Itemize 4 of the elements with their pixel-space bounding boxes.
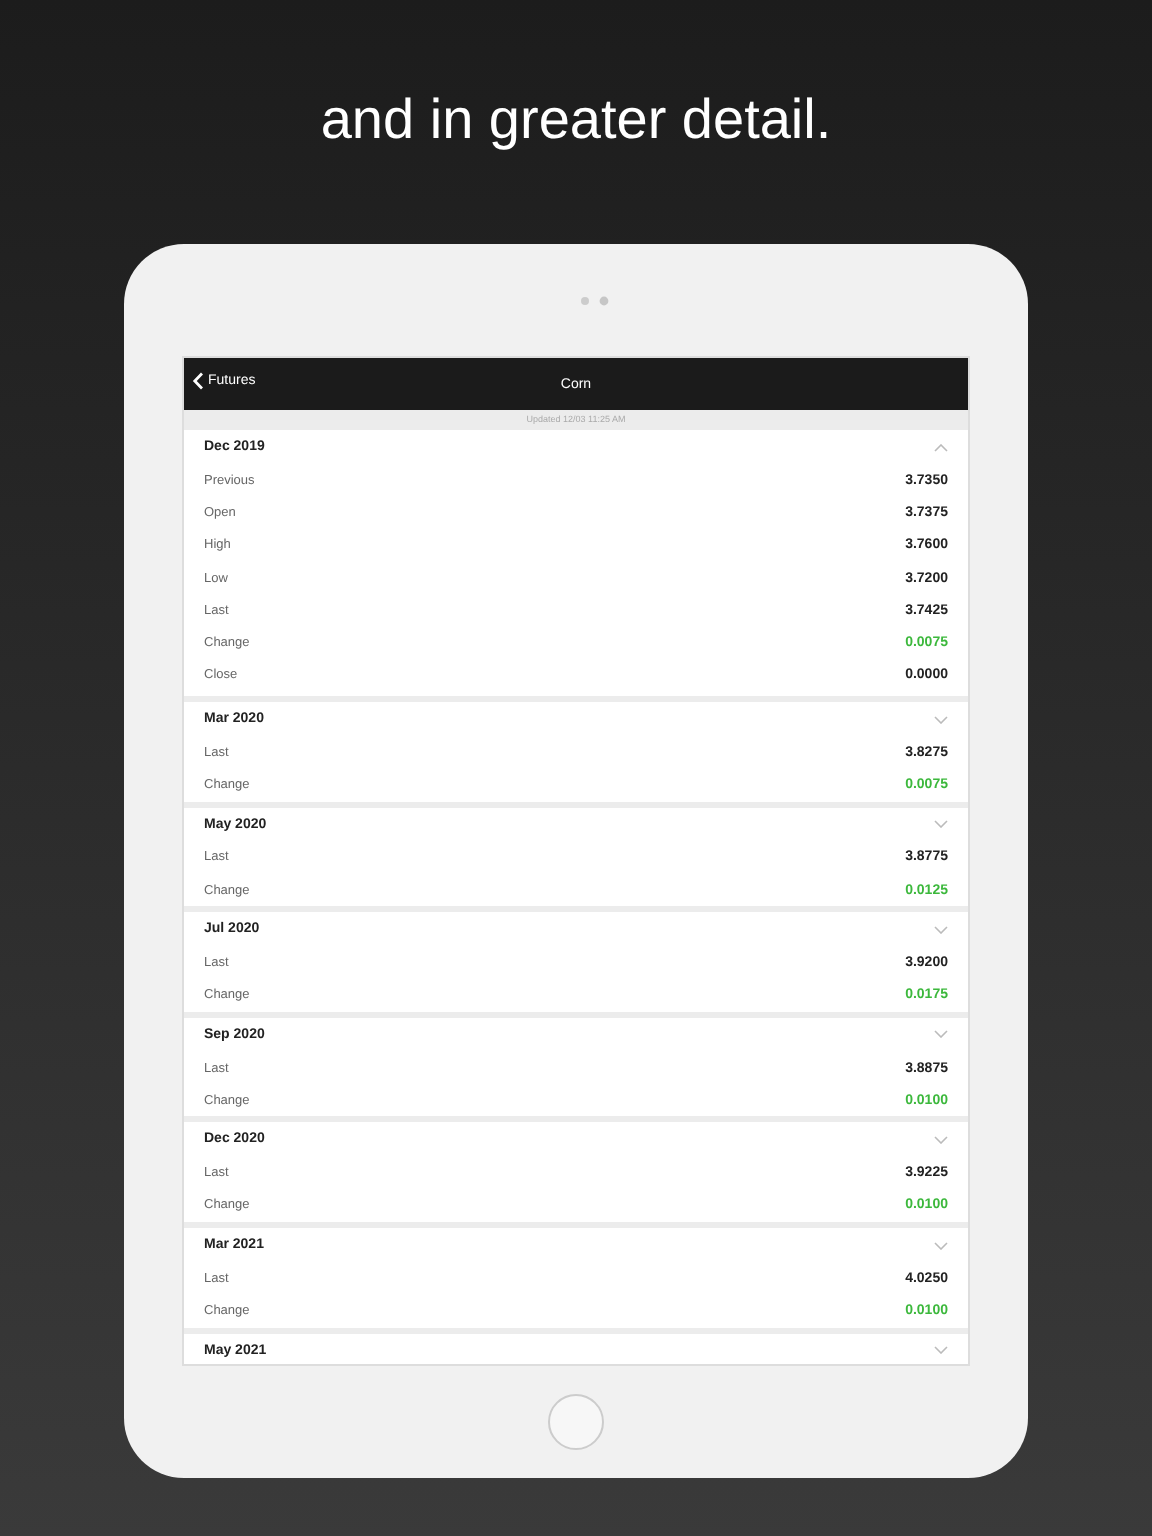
headline: and in greater detail.: [320, 86, 832, 154]
chevron-left-icon: [192, 372, 204, 390]
camera-icon: [580, 295, 612, 305]
home-button[interactable]: [548, 1394, 604, 1450]
